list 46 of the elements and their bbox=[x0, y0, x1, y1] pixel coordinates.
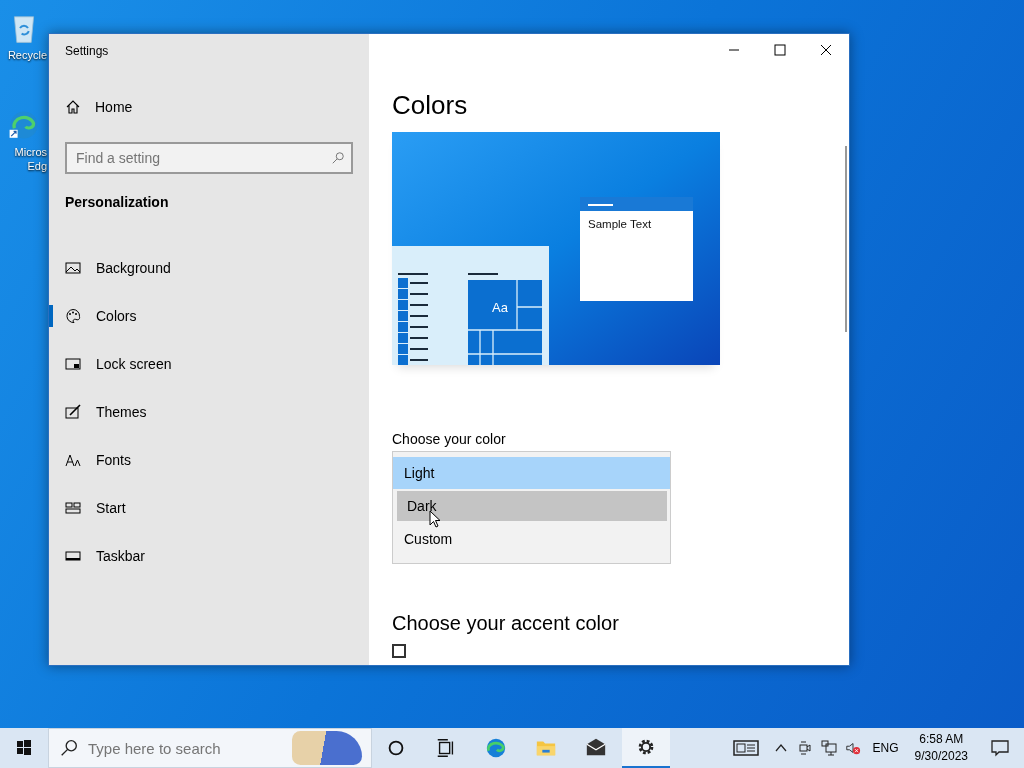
field-label: Choose your color bbox=[392, 431, 507, 449]
sidebar-item[interactable]: Taskbar bbox=[49, 532, 353, 580]
sample-text: Sample Text bbox=[588, 218, 652, 230]
search-highlight-picture bbox=[292, 731, 362, 765]
screen-icon bbox=[65, 356, 81, 372]
settings-button[interactable] bbox=[622, 728, 670, 768]
sidebar-item[interactable]: Start bbox=[49, 484, 353, 532]
news-icon[interactable] bbox=[732, 739, 759, 757]
network-icon[interactable] bbox=[820, 740, 837, 756]
muted-speaker-icon[interactable] bbox=[844, 740, 861, 756]
search-icon bbox=[331, 151, 345, 165]
section-heading: Choose your accent color bbox=[392, 612, 620, 636]
dropdown-option[interactable]: Dark bbox=[397, 491, 667, 521]
home-icon bbox=[65, 99, 81, 115]
brush-icon bbox=[65, 404, 81, 420]
clock-date: 9/30/2023 bbox=[914, 748, 968, 765]
search-field[interactable]: Find a setting bbox=[65, 142, 353, 174]
section-heading: Personalization bbox=[65, 194, 170, 212]
desktop-icon-label[interactable]: Micros Edg bbox=[0, 145, 47, 173]
dropdown-option[interactable]: Custom bbox=[393, 523, 670, 555]
tile-label: Aa bbox=[492, 300, 508, 315]
taskbar-icon bbox=[65, 548, 81, 564]
clock[interactable]: 6:58 AM 9/30/2023 bbox=[914, 731, 968, 765]
home-label[interactable]: Home bbox=[95, 99, 133, 115]
picture-icon bbox=[65, 260, 81, 276]
checkbox[interactable] bbox=[392, 644, 406, 658]
window-title: Settings bbox=[65, 44, 110, 60]
sidebar-item[interactable]: Background bbox=[49, 244, 353, 292]
dropdown-option[interactable]: Light bbox=[393, 457, 670, 489]
sidebar-item[interactable]: Themes bbox=[49, 388, 353, 436]
tiles-icon bbox=[65, 500, 81, 516]
notifications-icon[interactable] bbox=[990, 738, 1010, 758]
camera-icon[interactable] bbox=[796, 740, 813, 756]
mouse-cursor-icon bbox=[429, 510, 441, 528]
sidebar-item[interactable]: Fonts bbox=[49, 436, 353, 484]
page-heading: Colors bbox=[392, 90, 469, 122]
palette-icon bbox=[65, 308, 81, 324]
home-link[interactable]: Home bbox=[65, 92, 353, 122]
scrollbar[interactable] bbox=[845, 146, 847, 332]
sidebar-item[interactable]: Lock screen bbox=[49, 340, 353, 388]
search-icon bbox=[60, 739, 78, 757]
clock-time: 6:58 AM bbox=[919, 731, 964, 748]
font-icon bbox=[65, 452, 81, 468]
language-indicator[interactable]: ENG bbox=[872, 741, 899, 755]
browser-icon bbox=[485, 737, 507, 759]
sidebar-item[interactable]: Colors bbox=[49, 292, 353, 340]
